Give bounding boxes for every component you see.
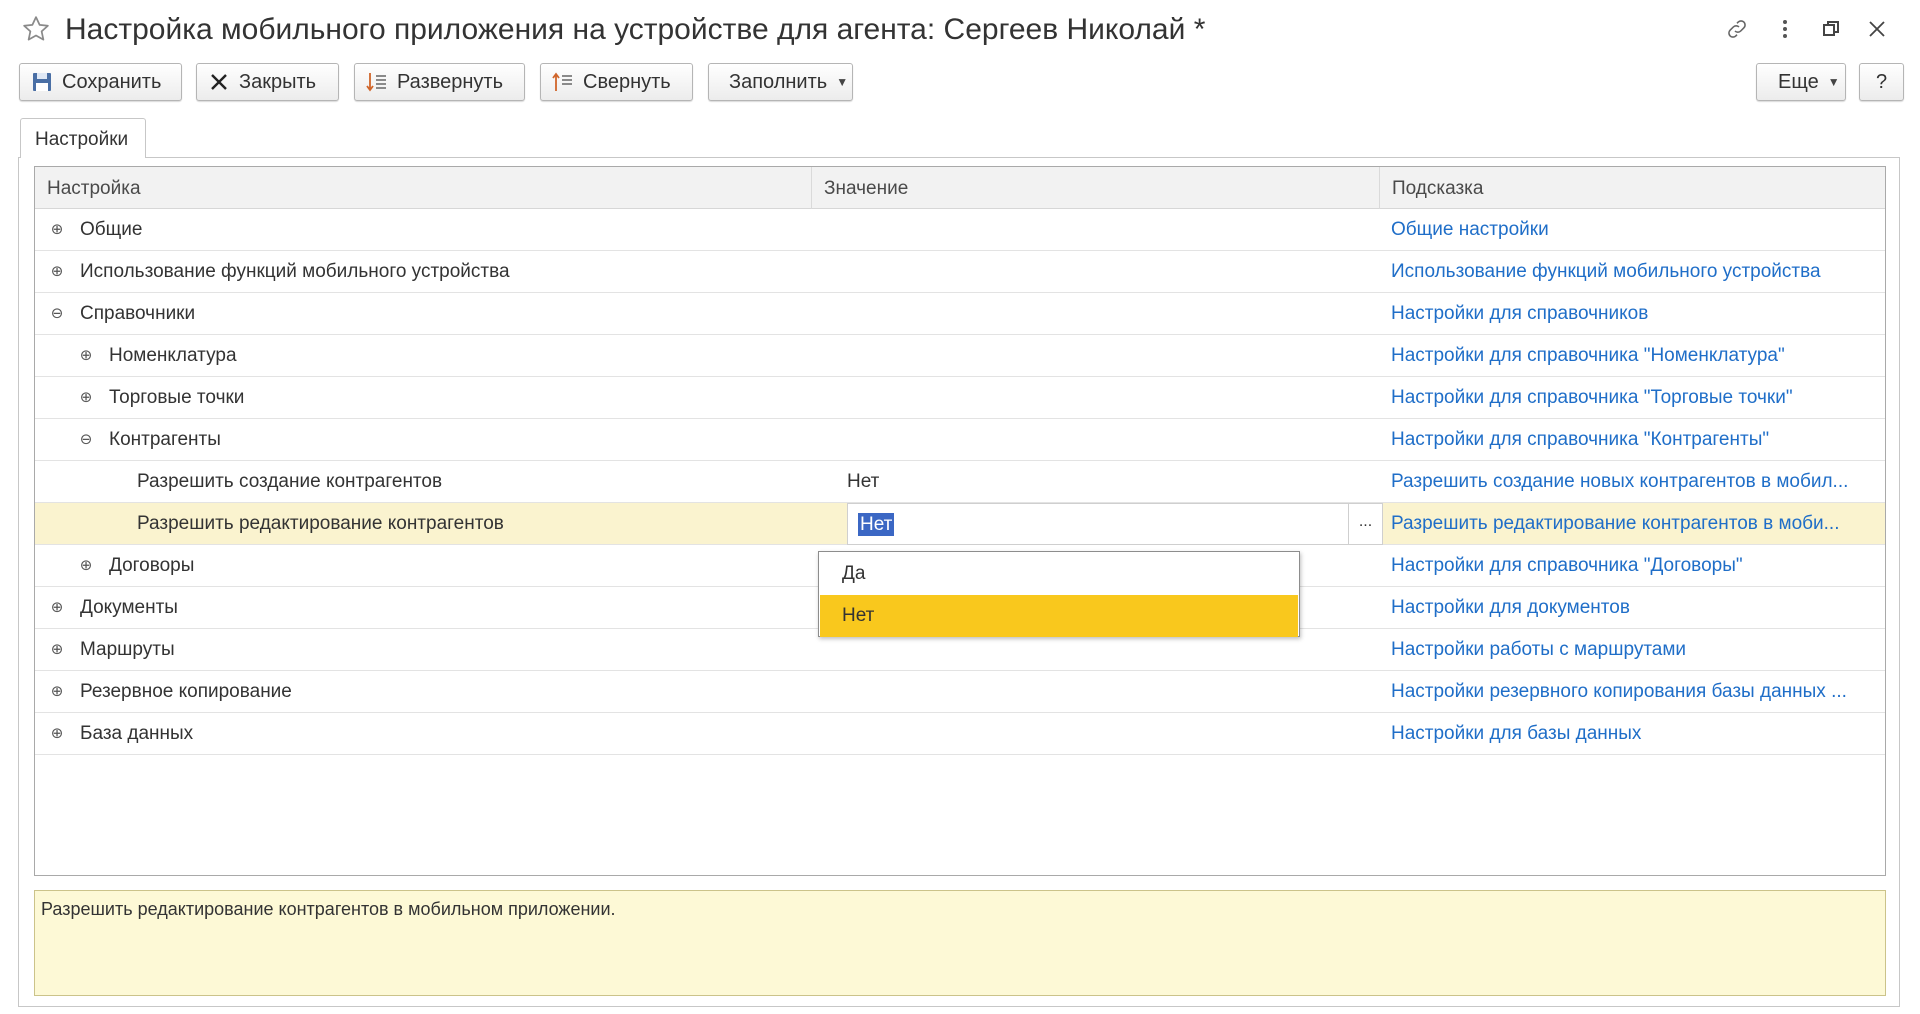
- setting-name: Маршруты: [80, 639, 175, 660]
- expand-plus-icon[interactable]: ⊕: [78, 389, 94, 406]
- table-row[interactable]: ⊖ Контрагенты Настройки для справочника "…: [35, 419, 1885, 461]
- expand-plus-icon[interactable]: ⊕: [49, 221, 65, 238]
- table-row[interactable]: ⊕ Использование функций мобильного устрой…: [35, 251, 1885, 293]
- more-dropdown-button[interactable]: Еще ▼: [1756, 63, 1846, 101]
- setting-hint-link[interactable]: Настройки для базы данных: [1391, 713, 1879, 755]
- more-vertical-icon[interactable]: [1770, 14, 1800, 44]
- setting-name: Документы: [80, 597, 178, 618]
- expand-plus-icon[interactable]: ⊕: [49, 599, 65, 616]
- expand-plus-icon[interactable]: ⊕: [49, 725, 65, 742]
- collapse-minus-icon[interactable]: ⊖: [78, 431, 94, 448]
- setting-name: Разрешить создание контрагентов: [137, 471, 443, 492]
- value-editor-text[interactable]: Нет: [858, 513, 895, 536]
- dropdown-option-yes[interactable]: Да: [820, 553, 1298, 595]
- hint-panel-text: Разрешить редактирование контрагентов в …: [41, 899, 616, 919]
- table-row[interactable]: ⊕ Резервное копирование Настройки резервн…: [35, 671, 1885, 713]
- expand-plus-icon[interactable]: ⊕: [49, 263, 65, 280]
- setting-hint-link[interactable]: Общие настройки: [1391, 209, 1879, 251]
- help-button[interactable]: ?: [1859, 63, 1904, 101]
- setting-name: База данных: [80, 723, 194, 744]
- expand-plus-icon[interactable]: ⊕: [49, 683, 65, 700]
- setting-name: Разрешить редактирование контрагентов: [137, 513, 504, 534]
- setting-hint-link[interactable]: Настройки для справочника "Торговые точк…: [1391, 377, 1879, 419]
- table-row[interactable]: ⊖ Справочники Настройки для справочников: [35, 293, 1885, 335]
- setting-hint-link[interactable]: Использование функций мобильного устройс…: [1391, 251, 1879, 293]
- chevron-down-icon: ▼: [1827, 75, 1840, 89]
- window-controls: [1720, 14, 1920, 50]
- setting-hint-link[interactable]: Настройки для документов: [1391, 587, 1879, 629]
- column-header-value[interactable]: Значение: [811, 167, 1379, 209]
- expand-plus-icon[interactable]: ⊕: [78, 557, 94, 574]
- expand-plus-icon[interactable]: ⊕: [49, 641, 65, 658]
- column-header-setting[interactable]: Настройка: [35, 167, 811, 209]
- collapse-icon: [551, 70, 575, 94]
- link-icon[interactable]: [1722, 14, 1752, 44]
- close-icon: [207, 70, 231, 94]
- table-row[interactable]: ⊕ Торговые точки Настройки для справочник…: [35, 377, 1885, 419]
- fill-dropdown-button[interactable]: Заполнить ▼: [708, 63, 853, 101]
- value-editor[interactable]: Нет ...: [847, 503, 1383, 545]
- setting-hint-link[interactable]: Разрешить редактирование контрагентов в …: [1391, 503, 1879, 545]
- setting-hint-link[interactable]: Настройки для справочника "Номенклатура": [1391, 335, 1879, 377]
- setting-name: Общие: [80, 219, 143, 240]
- expand-plus-icon[interactable]: ⊕: [78, 347, 94, 364]
- close-window-icon[interactable]: [1862, 14, 1892, 44]
- favorite-star-icon[interactable]: [21, 14, 51, 44]
- table-row-selected[interactable]: Разрешить редактирование контрагентов Не…: [35, 503, 1885, 545]
- save-button[interactable]: Сохранить: [19, 63, 182, 101]
- close-button[interactable]: Закрыть: [196, 63, 339, 101]
- grid-header: Настройка Значение Подсказка: [35, 167, 1885, 209]
- setting-name: Контрагенты: [109, 429, 221, 450]
- setting-name: Резервное копирование: [80, 681, 292, 702]
- setting-hint-link[interactable]: Настройки резервного копирования базы да…: [1391, 671, 1879, 713]
- save-icon: [30, 70, 54, 94]
- title-bar: Настройка мобильного приложения на устро…: [0, 0, 1920, 62]
- expand-icon: [365, 70, 389, 94]
- setting-hint-link[interactable]: Настройки для справочников: [1391, 293, 1879, 335]
- restore-window-icon[interactable]: [1816, 14, 1846, 44]
- settings-grid: Настройка Значение Подсказка ⊕ Общие Общи…: [34, 166, 1886, 876]
- chevron-down-icon: ▼: [836, 75, 849, 89]
- dropdown-option-no-highlighted[interactable]: Нет: [820, 595, 1298, 637]
- setting-name: Договоры: [109, 555, 195, 576]
- setting-hint-link[interactable]: Разрешить создание новых контрагентов в …: [1391, 461, 1879, 503]
- hint-panel: Разрешить редактирование контрагентов в …: [34, 890, 1886, 996]
- setting-name: Использование функций мобильного устройс…: [80, 261, 510, 282]
- tab-settings[interactable]: Настройки: [20, 118, 146, 158]
- setting-hint-link[interactable]: Настройки для справочника "Договоры": [1391, 545, 1879, 587]
- table-row[interactable]: ⊕ База данных Настройки для базы данных: [35, 713, 1885, 755]
- table-row[interactable]: ⊕ Общие Общие настройки: [35, 209, 1885, 251]
- setting-hint-link[interactable]: Настройки для справочника "Контрагенты": [1391, 419, 1879, 461]
- collapse-minus-icon[interactable]: ⊖: [49, 305, 65, 322]
- expand-button[interactable]: Развернуть: [354, 63, 525, 101]
- choice-button[interactable]: ...: [1348, 504, 1382, 544]
- window-title: Настройка мобильного приложения на устро…: [65, 13, 1206, 46]
- setting-name: Торговые точки: [109, 387, 245, 408]
- value-dropdown-list: Да Нет: [818, 551, 1300, 637]
- table-row[interactable]: Разрешить создание контрагентов Нет Разр…: [35, 461, 1885, 503]
- setting-name: Номенклатура: [109, 345, 237, 366]
- setting-name: Справочники: [80, 303, 196, 324]
- toolbar: Сохранить Закрыть Развернуть Свернуть За…: [0, 63, 1920, 105]
- setting-value[interactable]: Нет: [847, 461, 1377, 503]
- setting-hint-link[interactable]: Настройки работы с маршрутами: [1391, 629, 1879, 671]
- table-row[interactable]: ⊕ Номенклатура Настройки для справочника …: [35, 335, 1885, 377]
- column-header-hint[interactable]: Подсказка: [1379, 167, 1885, 209]
- collapse-button[interactable]: Свернуть: [540, 63, 693, 101]
